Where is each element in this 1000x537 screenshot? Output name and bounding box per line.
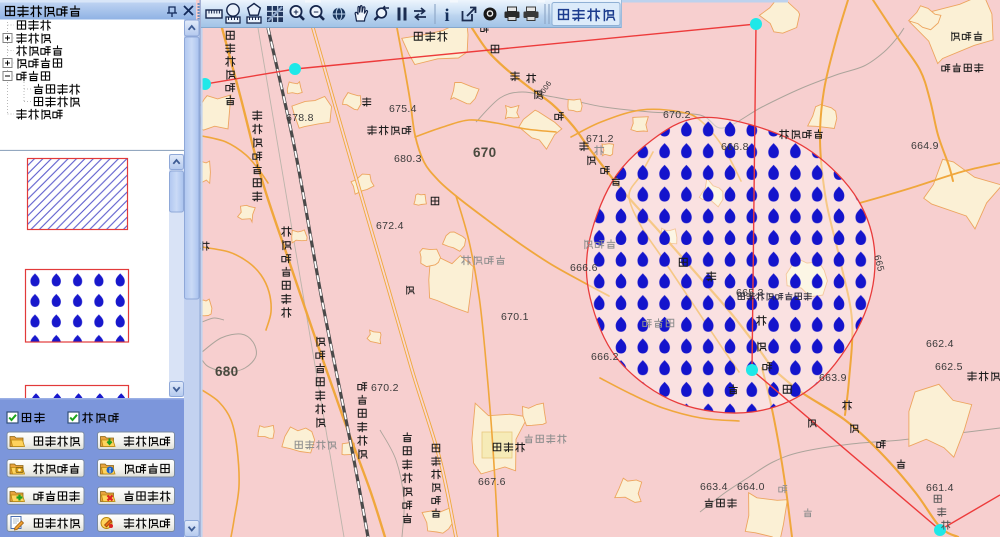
svg-text:678.8: 678.8 (286, 112, 314, 124)
svg-text:i: i (109, 468, 111, 475)
svg-text:−: − (313, 7, 318, 17)
svg-text:671.2: 671.2 (586, 133, 614, 145)
svg-text:664.0: 664.0 (737, 481, 765, 493)
svg-text:675.4: 675.4 (389, 103, 417, 115)
svg-text:663.9: 663.9 (819, 372, 847, 384)
svg-text:670.2: 670.2 (371, 382, 399, 394)
svg-text:661.4: 661.4 (926, 482, 954, 494)
svg-text:666.2: 666.2 (591, 351, 619, 363)
svg-text:672.4: 672.4 (376, 220, 404, 232)
svg-text:662.4: 662.4 (926, 338, 954, 350)
svg-text:670: 670 (473, 145, 496, 160)
svg-text:+: + (293, 7, 298, 17)
svg-text:663.4: 663.4 (700, 481, 728, 493)
svg-text:666.6: 666.6 (570, 262, 598, 274)
svg-text:680.3: 680.3 (394, 153, 422, 165)
svg-text:i: i (444, 5, 449, 25)
svg-text:662.5: 662.5 (935, 361, 963, 373)
svg-text:667.6: 667.6 (478, 476, 506, 488)
svg-text:666.8: 666.8 (721, 141, 749, 153)
svg-text:670.2: 670.2 (663, 109, 691, 121)
svg-text:680: 680 (215, 364, 238, 379)
svg-text:670.1: 670.1 (501, 311, 529, 323)
svg-text:664.9: 664.9 (911, 140, 939, 152)
